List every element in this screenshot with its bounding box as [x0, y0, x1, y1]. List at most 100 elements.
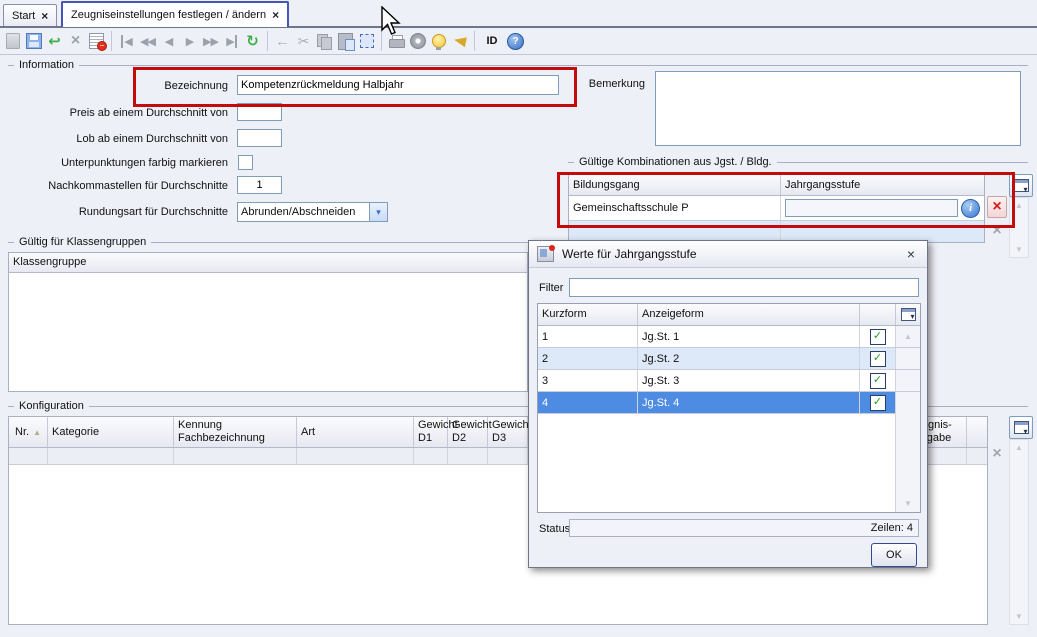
kombinationen-row[interactable]: Gemeinschaftsschule P i: [569, 196, 984, 221]
tab-bar: Start × Zeugniseinstellungen festlegen /…: [0, 0, 1037, 28]
dialog-row-2[interactable]: 2 Jg.St. 2 ✓: [538, 348, 920, 370]
unterpunktungen-checkbox[interactable]: [238, 155, 253, 170]
cut-button[interactable]: ✂: [293, 31, 314, 52]
dialog-add-button[interactable]: [896, 304, 920, 325]
scroll-down-icon[interactable]: ▼: [896, 499, 920, 508]
row-checkbox-checked[interactable]: ✓: [870, 373, 886, 389]
tab-start[interactable]: Start ×: [3, 4, 57, 26]
printer-icon: [389, 35, 404, 48]
column-header-gewicht-d3[interactable]: GewichtD3: [488, 417, 528, 447]
row-checkbox-checked[interactable]: ✓: [870, 395, 886, 411]
notify-button[interactable]: [449, 31, 470, 52]
kurzform-cell[interactable]: 1: [538, 326, 638, 347]
dialog-row-1[interactable]: 1 Jg.St. 1 ✓ ▲: [538, 326, 920, 348]
column-header-anzeigeform[interactable]: Anzeigeform: [638, 304, 860, 325]
kombinationen-empty-row[interactable]: [569, 221, 984, 242]
row-checkbox-checked[interactable]: ✓: [870, 351, 886, 367]
column-header-gewicht-d2[interactable]: GewichtD2: [448, 417, 488, 447]
dialog-row-3[interactable]: 3 Jg.St. 3 ✓: [538, 370, 920, 392]
nachkommastellen-label: Nachkommastellen für Durchschnitte: [30, 180, 228, 192]
undo-button[interactable]: ↩: [44, 31, 65, 52]
export-button[interactable]: [407, 31, 428, 52]
add-konfiguration-button[interactable]: [1009, 416, 1033, 439]
remove-form-button[interactable]: −: [86, 31, 107, 52]
fast-previous-button[interactable]: ◀◀: [137, 31, 158, 52]
jahrgangsstufe-input[interactable]: [785, 199, 958, 217]
anzeigeform-cell[interactable]: Jg.St. 4: [638, 392, 860, 413]
fast-next-button[interactable]: ▶▶: [200, 31, 221, 52]
first-record-button[interactable]: ◀: [116, 31, 137, 52]
new-record-button[interactable]: [2, 31, 23, 52]
kurzform-cell[interactable]: 2: [538, 348, 638, 369]
column-header-kennung[interactable]: KennungFachbezeichnung: [174, 417, 297, 447]
info-icon[interactable]: i: [961, 199, 980, 218]
paste-button[interactable]: [335, 31, 356, 52]
dialog-scrollbar[interactable]: ▼: [895, 412, 920, 512]
kurzform-cell[interactable]: 3: [538, 370, 638, 391]
dialog-titlebar[interactable]: Werte für Jahrgangsstufe ×: [529, 241, 927, 268]
bezeichnung-input[interactable]: [237, 75, 559, 95]
scroll-up-icon[interactable]: ▲: [1010, 443, 1028, 452]
kombinationen-scrollbar[interactable]: ▲ ▼: [1009, 197, 1029, 258]
save-button[interactable]: [23, 31, 44, 52]
column-header-klassengruppe[interactable]: Klassengruppe: [9, 253, 527, 272]
add-combination-button[interactable]: [1009, 174, 1033, 197]
column-header-jahrgangsstufe[interactable]: Jahrgangsstufe: [781, 175, 984, 195]
last-record-icon: ▶: [226, 35, 236, 48]
last-record-button[interactable]: ▶: [221, 31, 242, 52]
chevron-down-icon[interactable]: ▾: [369, 203, 387, 221]
jahrgangsstufe-cell[interactable]: i: [781, 196, 984, 220]
tab-zeugniseinstellungen-close-icon[interactable]: ×: [272, 10, 279, 20]
lob-label: Lob ab einem Durchschnitt von: [30, 133, 228, 145]
copy-icon: [317, 34, 332, 49]
back-button[interactable]: ←: [272, 31, 293, 52]
bildungsgang-cell[interactable]: Gemeinschaftsschule P: [569, 196, 781, 220]
column-header-kategorie[interactable]: Kategorie: [48, 417, 174, 447]
tab-start-close-icon[interactable]: ×: [41, 11, 48, 21]
column-header-nr[interactable]: Nr.▲: [9, 417, 48, 447]
column-header-gewicht-d1[interactable]: GewichtD1: [414, 417, 448, 447]
ok-button[interactable]: OK: [871, 543, 917, 567]
delete-button[interactable]: ×: [65, 31, 86, 52]
anzeigeform-cell[interactable]: Jg.St. 1: [638, 326, 860, 347]
help-button[interactable]: ?: [505, 31, 526, 52]
dialog-scrollbar-cell[interactable]: ▲: [896, 326, 920, 347]
save-icon: [26, 33, 42, 49]
konfiguration-scrollbar[interactable]: ▲ ▼: [1009, 439, 1029, 625]
column-header-kurzform[interactable]: Kurzform: [538, 304, 638, 325]
next-record-button[interactable]: ▶: [179, 31, 200, 52]
select-button[interactable]: [356, 31, 377, 52]
refresh-button[interactable]: ↻: [242, 31, 263, 52]
dialog-row-4-selected[interactable]: 4 Jg.St. 4 ✓: [538, 392, 920, 414]
tab-zeugniseinstellungen[interactable]: Zeugniseinstellungen festlegen / ändern …: [61, 1, 289, 27]
preis-input[interactable]: [237, 103, 282, 121]
scroll-up-icon[interactable]: ▲: [904, 332, 912, 341]
previous-record-button[interactable]: ◀: [158, 31, 179, 52]
rundungsart-select[interactable]: Abrunden/Abschneiden ▾: [237, 202, 388, 222]
scroll-up-icon[interactable]: ▲: [1010, 201, 1028, 210]
kurzform-cell[interactable]: 4: [538, 392, 638, 413]
selection-icon: [360, 34, 374, 48]
preis-label: Preis ab einem Durchschnitt von: [30, 107, 228, 119]
anzeigeform-cell[interactable]: Jg.St. 2: [638, 348, 860, 369]
dialog-scrollbar-cell[interactable]: [896, 370, 920, 391]
scroll-down-icon[interactable]: ▼: [1010, 245, 1028, 254]
dialog-scrollbar-cell[interactable]: [896, 392, 920, 413]
column-header-bildungsgang[interactable]: Bildungsgang: [569, 175, 781, 195]
dialog-close-icon[interactable]: ×: [903, 246, 919, 262]
bemerkung-textarea[interactable]: [655, 71, 1021, 146]
hint-button[interactable]: [428, 31, 449, 52]
scroll-down-icon[interactable]: ▼: [1010, 612, 1028, 621]
column-header-art[interactable]: Art: [297, 417, 414, 447]
print-button[interactable]: [386, 31, 407, 52]
dialog-scrollbar-cell[interactable]: [896, 348, 920, 369]
delete-row-button[interactable]: ×: [987, 196, 1007, 218]
filter-input[interactable]: [569, 278, 919, 297]
lob-input[interactable]: [237, 129, 282, 147]
row-checkbox-checked[interactable]: ✓: [870, 329, 886, 345]
nachkommastellen-input[interactable]: [237, 176, 282, 194]
id-button[interactable]: ID: [479, 31, 505, 52]
rundungsart-value: Abrunden/Abschneiden: [238, 206, 369, 218]
copy-button[interactable]: [314, 31, 335, 52]
anzeigeform-cell[interactable]: Jg.St. 3: [638, 370, 860, 391]
